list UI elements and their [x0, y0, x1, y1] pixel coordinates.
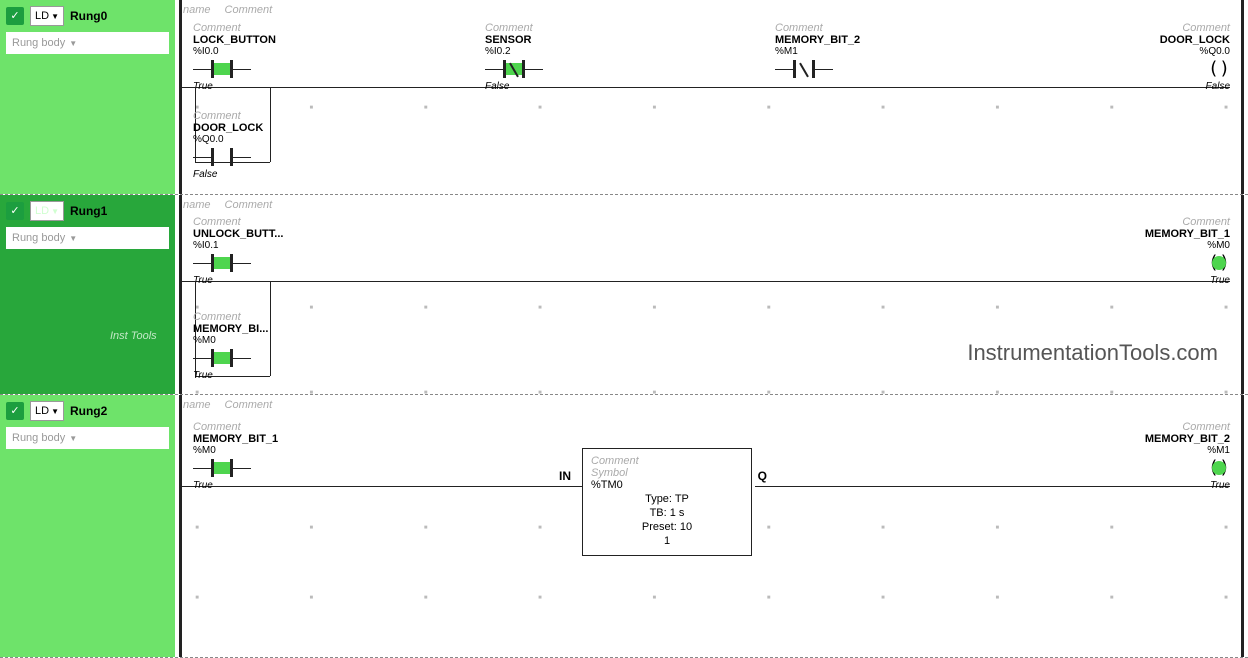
rung1-type-dropdown[interactable]: LD▼	[30, 201, 64, 221]
rung0: ✓ LD▼ Rung0 Rung body▼ nameComment ■■■■■…	[0, 0, 1248, 195]
coil-memory-bit-2[interactable]: Comment MEMORY_BIT_2 %M1 () True	[1100, 421, 1230, 491]
rung0-sidebar: ✓ LD▼ Rung0 Rung body▼	[0, 0, 175, 194]
rung2-title: Rung2	[70, 404, 107, 418]
side-watermark: Inst Tools	[110, 330, 157, 342]
check-icon: ✓	[10, 206, 19, 217]
rung2-body-dropdown[interactable]: Rung body▼	[6, 427, 169, 449]
timer-in-pin: IN	[559, 469, 571, 483]
chevron-down-icon: ▼	[51, 407, 59, 416]
left-power-rail	[179, 0, 182, 194]
chevron-down-icon: ▼	[69, 434, 77, 443]
check-icon: ✓	[10, 11, 19, 22]
rung2-check[interactable]: ✓	[6, 402, 24, 420]
right-power-rail	[1241, 195, 1244, 394]
rung2-type-dropdown[interactable]: LD▼	[30, 401, 64, 421]
rung0-check[interactable]: ✓	[6, 7, 24, 25]
timer-q-pin: Q	[758, 469, 767, 483]
rung0-ladder: nameComment ■■■■■■■■■■ Comment LOCK_BUTT…	[175, 0, 1248, 194]
contact-memory-bit-1[interactable]: Comment MEMORY_BIT_1 %M0 True	[193, 421, 323, 491]
rung1-check[interactable]: ✓	[6, 202, 24, 220]
rung1-body-dropdown[interactable]: Rung body▼	[6, 227, 169, 249]
check-icon: ✓	[10, 406, 19, 417]
right-power-rail	[1241, 395, 1244, 657]
left-power-rail	[179, 195, 182, 394]
rung1-sidebar: ✓ LD▼ Rung1 Rung body▼	[0, 195, 175, 394]
contact-sensor[interactable]: Comment SENSOR %I0.2 False	[485, 22, 615, 92]
rung2: ✓ LD▼ Rung2 Rung body▼ nameComment ■■■■■…	[0, 395, 1248, 658]
coil-door-lock[interactable]: Comment DOOR_LOCK %Q0.0 () False	[1100, 22, 1230, 92]
rung0-title: Rung0	[70, 9, 107, 23]
rung0-type-dropdown[interactable]: LD▼	[30, 6, 64, 26]
contact-memory-bit-2[interactable]: Comment MEMORY_BIT_2 %M1	[775, 22, 905, 79]
chevron-down-icon: ▼	[69, 234, 77, 243]
rung0-body-dropdown[interactable]: Rung body▼	[6, 32, 169, 54]
chevron-down-icon: ▼	[51, 12, 59, 21]
contact-door-lock-branch[interactable]: Comment DOOR_LOCK %Q0.0 False	[193, 110, 323, 180]
chevron-down-icon: ▼	[51, 207, 59, 216]
coil-memory-bit-1[interactable]: Comment MEMORY_BIT_1 %M0 () True	[1100, 216, 1230, 286]
function-block-timer[interactable]: IN Q Comment Symbol %TM0 Type: TP TB: 1 …	[582, 448, 752, 556]
main-watermark: InstrumentationTools.com	[967, 340, 1218, 366]
contact-memory-bit-1-branch[interactable]: Comment MEMORY_BI... %M0 True	[193, 311, 323, 381]
rung1-title: Rung1	[70, 204, 107, 218]
left-power-rail	[179, 395, 182, 657]
chevron-down-icon: ▼	[69, 39, 77, 48]
contact-unlock-button[interactable]: Comment UNLOCK_BUTT... %I0.1 True	[193, 216, 323, 286]
right-power-rail	[1241, 0, 1244, 194]
rung2-ladder: nameComment ■■■■■■■■■■ ■■■■■■■■■■ Commen…	[175, 395, 1248, 657]
rung2-sidebar: ✓ LD▼ Rung2 Rung body▼	[0, 395, 175, 657]
contact-lock-button[interactable]: Comment LOCK_BUTTON %I0.0 True	[193, 22, 323, 92]
